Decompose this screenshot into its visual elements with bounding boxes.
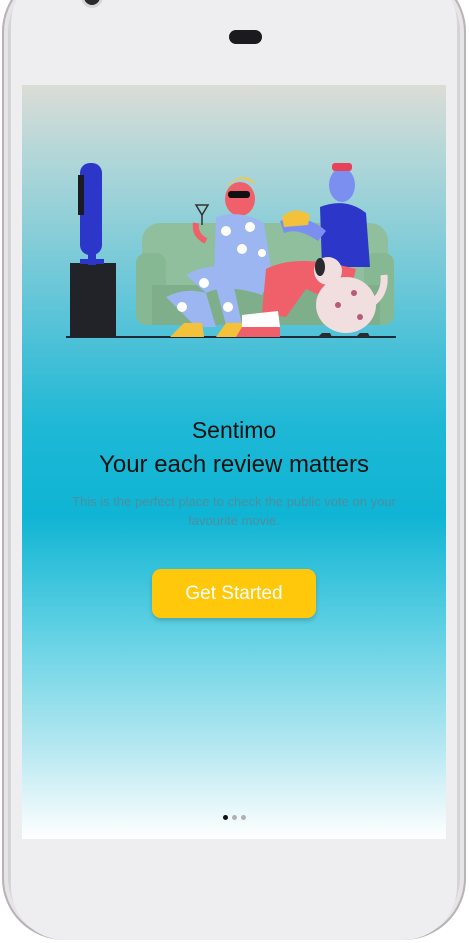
get-started-button[interactable]: Get Started: [152, 569, 316, 618]
app-name: Sentimo: [191, 417, 277, 443]
page-indicator: [22, 815, 446, 820]
front-camera-icon: [84, 0, 100, 5]
onboarding-screen: Sentimo Your each review matters This is…: [22, 85, 446, 839]
page-dot: [231, 815, 237, 820]
onboarding-description: This is the perfect place to check the p…: [72, 494, 396, 528]
proximity-sensor-icon: [229, 30, 262, 44]
page-dot-active: [222, 815, 228, 820]
page-dot: [240, 815, 246, 820]
onboarding-title: Sentimo Your each review matters: [22, 415, 446, 482]
tagline: Your each review matters: [99, 451, 369, 478]
tv-watching-illustration: [66, 163, 396, 338]
